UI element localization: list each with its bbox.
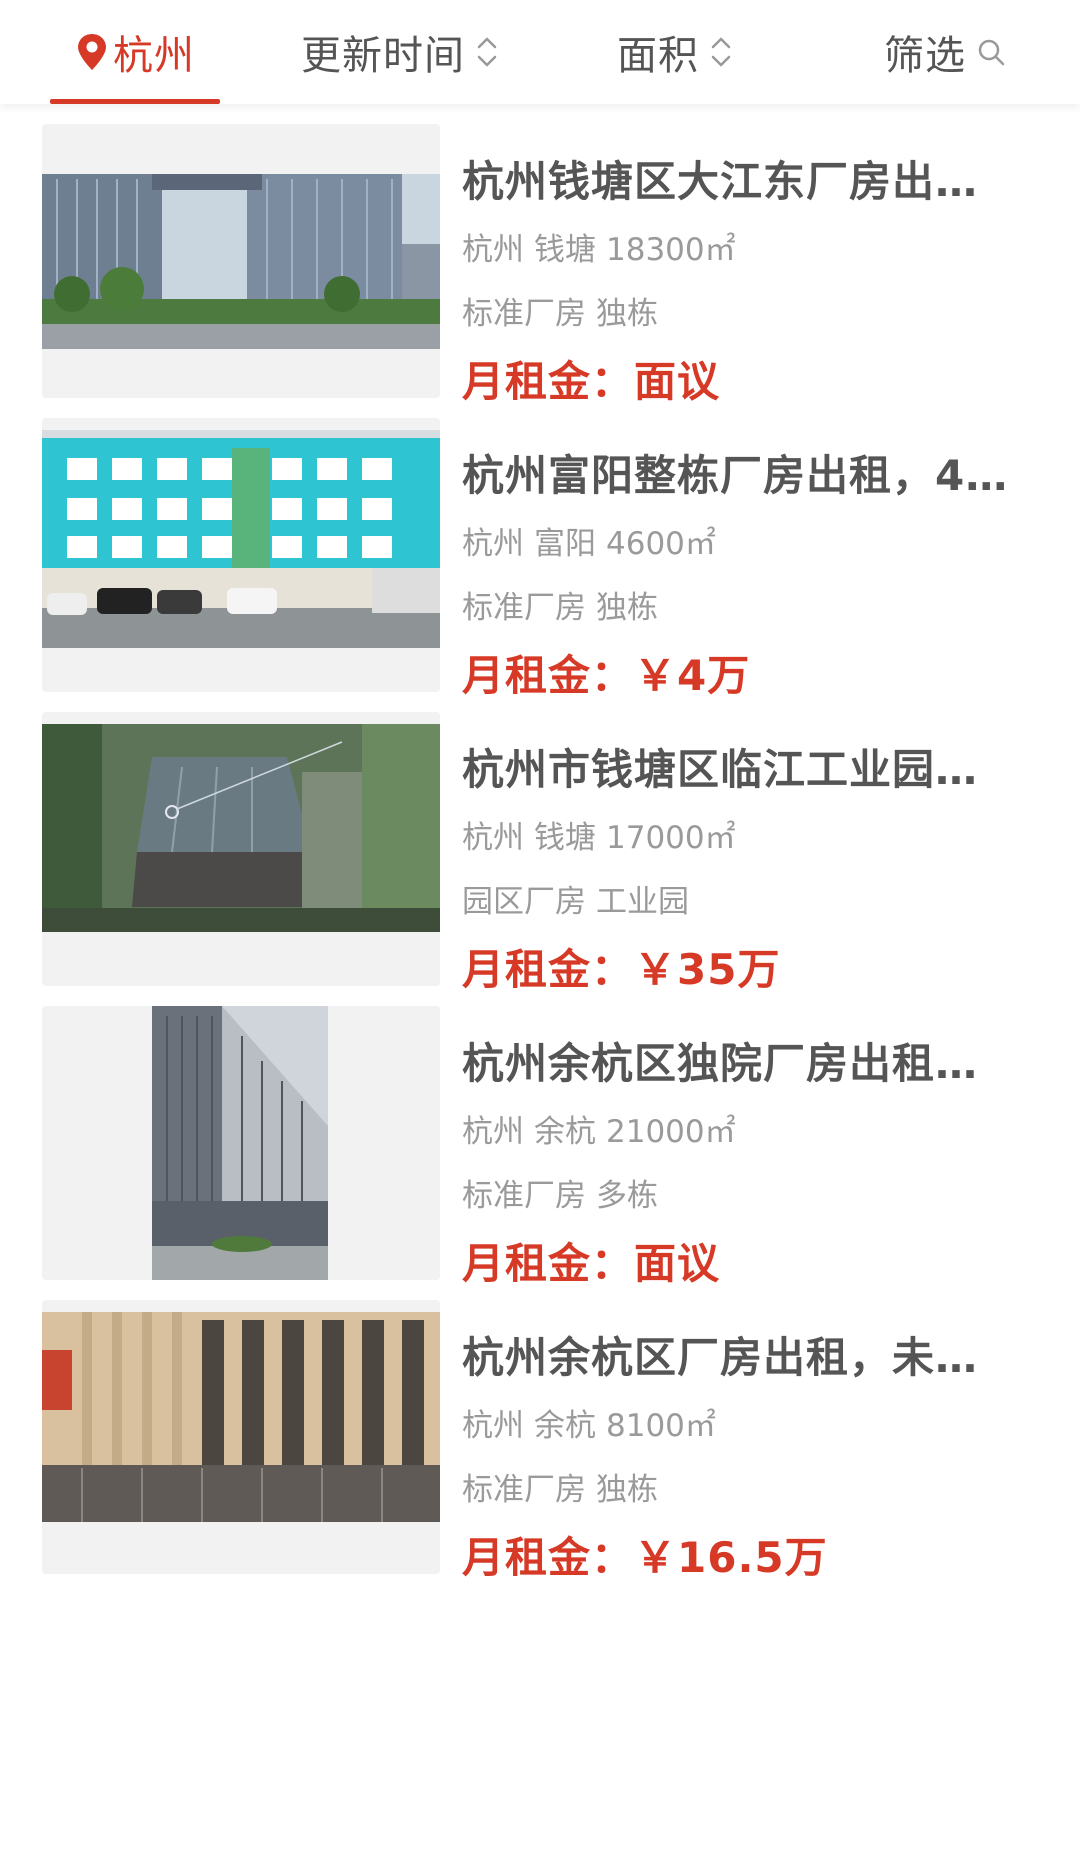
rent-label: 月租金：	[462, 1533, 635, 1582]
listing-title[interactable]: 杭州富阳整栋厂房出租，4…	[462, 442, 1072, 503]
listing-tag: 工业园	[596, 884, 689, 920]
update-time-label: 更新时间	[301, 33, 465, 79]
listing-meta: 杭州 钱塘 18300㎡	[462, 224, 736, 269]
listing-tag: 标准厂房	[462, 590, 586, 626]
listing-meta: 杭州 钱塘 17000㎡	[462, 812, 736, 857]
listing-city: 杭州	[462, 1408, 524, 1444]
listing-tag: 标准厂房	[462, 296, 586, 332]
listing-district: 余杭	[534, 1408, 596, 1444]
listing-rent: 月租金：￥16.5万	[462, 1524, 828, 1585]
listing-title[interactable]: 杭州市钱塘区临江工业园…	[462, 736, 1072, 797]
sort-updown-icon	[477, 37, 497, 67]
listing-card[interactable]: 杭州余杭区厂房出租，未… 杭州 余杭 8100㎡ 标准厂房 独栋 月租金：￥16.5万	[42, 1280, 1042, 1582]
listing-tag: 多栋	[596, 1178, 658, 1214]
listing-area: 8100㎡	[606, 1408, 716, 1444]
listing-tag: 独栋	[596, 590, 658, 626]
listing-tag: 园区厂房	[462, 884, 586, 920]
city-filter-tab[interactable]: 杭州	[50, 0, 220, 104]
listing-city: 杭州	[462, 1114, 524, 1150]
area-sort-tab[interactable]: 面积	[600, 0, 750, 104]
listing-tags: 标准厂房 多栋	[462, 1170, 658, 1215]
listing-city: 杭州	[462, 232, 524, 268]
area-sort-label: 面积	[617, 33, 699, 79]
listing-card[interactable]: 杭州余杭区独院厂房出租… 杭州 余杭 21000㎡ 标准厂房 多栋 月租金：面议	[42, 986, 1042, 1288]
listing-tag: 独栋	[596, 1472, 658, 1508]
listing-title[interactable]: 杭州钱塘区大江东厂房出…	[462, 148, 1072, 209]
listing-meta: 杭州 余杭 21000㎡	[462, 1106, 736, 1151]
listing-title[interactable]: 杭州余杭区独院厂房出租…	[462, 1030, 1072, 1091]
listing-area: 4600㎡	[606, 526, 716, 562]
listing-card[interactable]: 杭州市钱塘区临江工业园… 杭州 钱塘 17000㎡ 园区厂房 工业园 月租金：￥35万	[42, 692, 1042, 994]
listing-photo	[42, 712, 440, 986]
active-tab-underline	[50, 99, 220, 104]
listing-district: 余杭	[534, 1114, 596, 1150]
listing-photo	[42, 1300, 440, 1574]
listing-photo	[42, 1006, 440, 1280]
listing-tags: 标准厂房 独栋	[462, 288, 658, 333]
listing-tags: 标准厂房 独栋	[462, 582, 658, 627]
screen-filter-tab[interactable]: 筛选	[870, 0, 1020, 104]
update-time-sort-tab[interactable]: 更新时间	[290, 0, 510, 104]
screen-filter-label: 筛选	[884, 33, 966, 79]
listing-card[interactable]: 杭州钱塘区大江东厂房出… 杭州 钱塘 18300㎡ 标准厂房 独栋 月租金：面议	[42, 104, 1042, 406]
search-icon	[978, 39, 1005, 66]
listing-tags: 标准厂房 独栋	[462, 1464, 658, 1509]
filter-bar: 杭州 更新时间 面积 筛选	[0, 0, 1080, 104]
listing-tags: 园区厂房 工业园	[462, 876, 689, 921]
listing-title[interactable]: 杭州余杭区厂房出租，未…	[462, 1324, 1072, 1385]
listing-district: 钱塘	[534, 820, 596, 856]
listing-district: 富阳	[534, 526, 596, 562]
listing-card[interactable]: 杭州富阳整栋厂房出租，4… 杭州 富阳 4600㎡ 标准厂房 独栋 月租金：￥4万	[42, 398, 1042, 700]
listing-photo	[42, 124, 440, 398]
listing-area: 21000㎡	[606, 1114, 736, 1150]
rent-value: ￥16.5万	[634, 1533, 828, 1582]
listing-tag: 标准厂房	[462, 1472, 586, 1508]
listing-tag: 独栋	[596, 296, 658, 332]
listing-district: 钱塘	[534, 232, 596, 268]
listing-city: 杭州	[462, 526, 524, 562]
listing-area: 17000㎡	[606, 820, 736, 856]
listing-city: 杭州	[462, 820, 524, 856]
listing-area: 18300㎡	[606, 232, 736, 268]
sort-updown-icon	[711, 37, 731, 67]
listing-photo	[42, 418, 440, 692]
listing-meta: 杭州 余杭 8100㎡	[462, 1400, 716, 1445]
listing-meta: 杭州 富阳 4600㎡	[462, 518, 716, 563]
city-filter-label: 杭州	[113, 33, 195, 79]
listing-tag: 标准厂房	[462, 1178, 586, 1214]
location-pin-icon	[78, 34, 106, 70]
